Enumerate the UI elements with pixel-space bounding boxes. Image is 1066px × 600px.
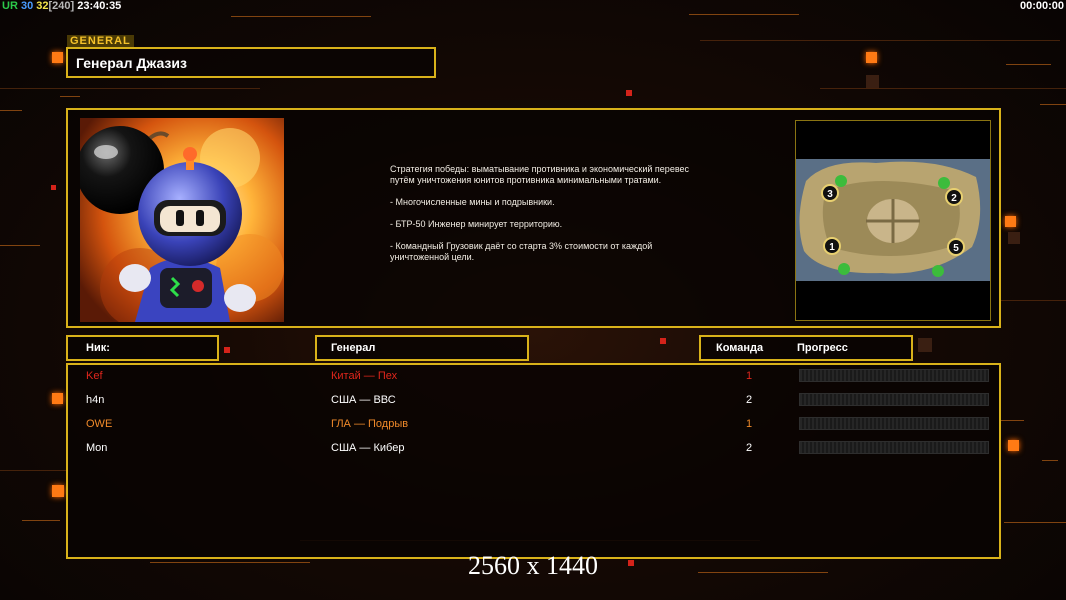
- player-team: 2: [746, 442, 753, 454]
- header-team-progress: Команда Прогресс: [699, 335, 913, 361]
- general-description: Стратегия победы: выматывание противника…: [390, 164, 700, 274]
- player-progress-bar: [799, 393, 989, 406]
- player-progress-bar: [799, 441, 989, 454]
- table-row: h4n США — ВВС 2: [68, 390, 999, 414]
- bomberman-portrait-icon: [80, 118, 284, 322]
- player-team: 2: [746, 394, 753, 406]
- player-team: 1: [746, 370, 753, 382]
- fps-label: UR: [2, 0, 18, 12]
- description-strategy: Стратегия победы: выматывание противника…: [390, 164, 690, 185]
- player-progress-bar: [799, 369, 989, 382]
- player-progress-bar: [799, 417, 989, 430]
- player-general: США — Кибер: [331, 442, 405, 454]
- general-info-panel: Стратегия победы: выматывание противника…: [66, 108, 1001, 328]
- general-name: Генерал Джазиз: [76, 55, 187, 71]
- game-timer: 00:00:00: [1019, 0, 1064, 12]
- header-general-label: Генерал: [331, 342, 376, 354]
- general-name-box: Генерал Джазиз: [66, 47, 436, 78]
- island-map-icon: 3 2 1 5: [795, 120, 991, 321]
- map-slot-label: 5: [953, 243, 959, 254]
- map-slot-label: 3: [827, 189, 833, 200]
- player-nick: OWE: [86, 418, 113, 430]
- description-point-1: - Многочисленные мины и подрывники.: [390, 197, 555, 207]
- player-team: 1: [746, 418, 753, 430]
- player-nick: Kef: [86, 370, 103, 382]
- player-nick: h4n: [86, 394, 105, 406]
- resolution-overlay: 2560 x 1440: [468, 551, 598, 580]
- player-nick: Mon: [86, 442, 108, 454]
- header-nick: Ник:: [66, 335, 219, 361]
- fps-value-1: 30: [20, 0, 34, 12]
- player-general: США — ВВС: [331, 394, 396, 406]
- fps-counter: UR 30 32[240] 23:40:35: [2, 0, 121, 12]
- map-slot-label: 1: [829, 242, 835, 253]
- player-general: Китай — Пех: [331, 370, 398, 382]
- fps-value-3: [240]: [48, 0, 75, 12]
- players-table: Kef Китай — Пех 1 h4n США — ВВС 2 OWE ГЛ…: [66, 363, 1001, 559]
- header-progress-label: Прогресс: [797, 342, 848, 354]
- table-row: Kef Китай — Пех 1: [68, 366, 999, 390]
- map-slot-label: 2: [951, 193, 957, 204]
- system-clock: 23:40:35: [77, 0, 122, 12]
- description-point-2: - БТР-50 Инженер минирует территорию.: [390, 219, 563, 229]
- header-nick-label: Ник:: [86, 342, 110, 354]
- header-general: Генерал: [315, 335, 529, 361]
- table-row: OWE ГЛА — Подрыв 1: [68, 414, 999, 438]
- table-row: Mon США — Кибер 2: [68, 438, 999, 462]
- header-team-label: Команда: [716, 342, 764, 354]
- description-point-3: - Командный Грузовик даёт со старта 3% с…: [390, 241, 653, 262]
- player-general: ГЛА — Подрыв: [331, 418, 409, 430]
- fps-value-2: 32: [36, 0, 49, 12]
